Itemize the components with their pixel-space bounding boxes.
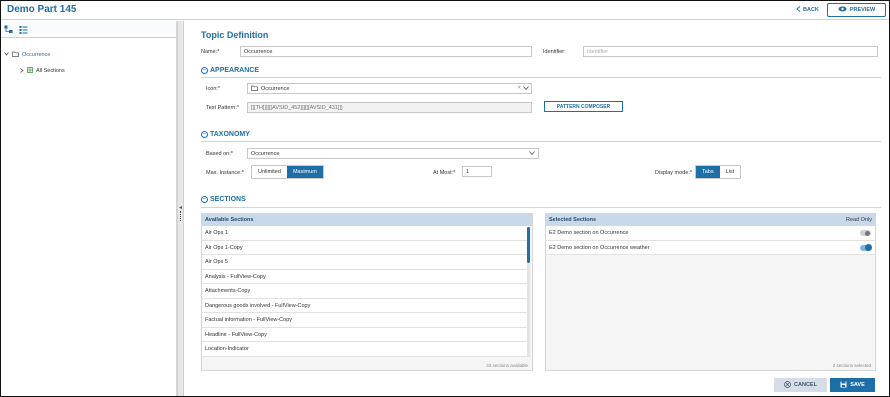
preview-label: PREVIEW: [849, 7, 876, 13]
appearance-heading: APPEARANCE: [210, 67, 260, 74]
chevron-left-icon: [796, 6, 801, 14]
tree-toolbar: [1, 21, 176, 38]
read-only-toggle[interactable]: [860, 230, 871, 236]
cancel-button[interactable]: CANCEL: [774, 378, 827, 392]
option-tabs[interactable]: Tabs: [696, 166, 720, 178]
folder-icon: [251, 85, 258, 93]
available-sections-list: Air Ops 1 Air Ops 1-Copy Air Ops 5 Analy…: [202, 226, 528, 357]
chevron-down-icon[interactable]: [523, 86, 529, 92]
preview-button[interactable]: PREVIEW: [827, 3, 886, 17]
list-item[interactable]: Attachments-Copy: [202, 284, 528, 299]
available-sections-title: Available Sections: [205, 217, 254, 223]
selected-sections-panel: Selected Sections Read Only E2 Demo sect…: [545, 213, 876, 371]
taxonomy-heading: TAXONOMY: [210, 131, 250, 138]
list-view-icon[interactable]: [19, 25, 28, 34]
read-only-column-label: Read Only: [846, 217, 872, 223]
chevron-down-icon[interactable]: [529, 151, 535, 157]
name-input[interactable]: Occurrence: [240, 46, 532, 57]
selected-sections-title: Selected Sections: [549, 217, 597, 223]
read-only-toggle[interactable]: [860, 243, 872, 251]
collapse-arrow-icon[interactable]: ◂: [179, 204, 182, 211]
option-unlimited[interactable]: Unlimited: [252, 166, 287, 178]
left-tree-panel: Occurrence All Sections: [1, 21, 177, 396]
selected-count: 2 sections selected: [832, 363, 871, 368]
identifier-label: Identifier:: [543, 49, 566, 55]
collapse-icon[interactable]: −: [201, 131, 208, 138]
at-most-input[interactable]: 1: [462, 166, 492, 177]
section-divider: [201, 141, 881, 142]
drag-handle-icon[interactable]: [180, 211, 182, 221]
available-sections-panel: Available Sections Air Ops 1 Air Ops 1-C…: [201, 213, 533, 371]
name-label: Name:*: [201, 49, 220, 55]
option-maximum[interactable]: Maximum: [286, 166, 323, 178]
chevron-right-icon[interactable]: [20, 67, 24, 75]
tree-view-icon[interactable]: [4, 25, 13, 34]
based-on-select[interactable]: Occurrence: [247, 148, 539, 159]
folder-icon: [12, 51, 19, 59]
available-count: 33 sections available: [486, 363, 528, 368]
pattern-composer-button[interactable]: PATTERN COMPOSER: [544, 101, 623, 112]
scrollbar-thumb[interactable]: [527, 227, 530, 263]
back-label: BACK: [803, 7, 819, 13]
list-item[interactable]: Air Ops 5: [202, 255, 528, 270]
selected-item-label: E2 Demo section on Occurrence weather: [549, 244, 650, 251]
tree-node-label: All Sections: [36, 68, 65, 74]
panel-splitter[interactable]: ◂: [177, 21, 184, 396]
identifier-input[interactable]: Identifier: [583, 46, 878, 57]
selected-sections-header: Selected Sections Read Only: [546, 214, 875, 226]
appearance-section-header[interactable]: − APPEARANCE: [201, 67, 259, 74]
save-button[interactable]: SAVE: [830, 378, 875, 392]
tree-node-all-sections[interactable]: All Sections: [20, 67, 65, 75]
app-header: Demo Part 145 BACK PREVIEW: [1, 1, 889, 20]
section-divider: [201, 207, 881, 208]
taxonomy-section-header[interactable]: − TAXONOMY: [201, 131, 250, 138]
display-mode-toggle: Tabs List: [695, 165, 742, 179]
list-item[interactable]: Headline - FullView-Copy: [202, 327, 528, 342]
sections-section-header[interactable]: − SECTIONS: [201, 196, 246, 203]
icon-select[interactable]: Occurrence ×: [247, 83, 532, 94]
clear-icon[interactable]: ×: [518, 85, 521, 91]
grid-icon: [27, 67, 33, 75]
back-button[interactable]: BACK: [796, 6, 819, 14]
selected-item-label: E2 Demo section on Occurrence: [549, 230, 629, 236]
chevron-down-icon[interactable]: [4, 52, 9, 58]
tree-node-label: Occurrence: [22, 52, 51, 58]
sections-heading: SECTIONS: [210, 196, 246, 203]
available-sections-header: Available Sections: [202, 214, 532, 226]
list-item[interactable]: Factual information - FullView-Copy: [202, 313, 528, 328]
collapse-icon[interactable]: −: [201, 196, 208, 203]
cancel-circle-icon: [784, 380, 791, 390]
max-instance-toggle: Unlimited Maximum: [251, 165, 324, 179]
list-item[interactable]: E2 Demo section on Occurrence weather: [546, 240, 875, 255]
icon-select-value: Occurrence: [261, 85, 290, 92]
available-scrollbar[interactable]: [527, 227, 530, 357]
list-item[interactable]: Analysis - FullView-Copy: [202, 269, 528, 284]
based-on-value: Occurrence: [251, 151, 280, 157]
display-mode-label: Display mode:*: [655, 170, 692, 176]
list-item[interactable]: Location-Indicator: [202, 342, 528, 357]
tree-node-occurrence[interactable]: Occurrence: [4, 51, 50, 59]
save-label: SAVE: [850, 382, 865, 388]
text-pattern-label: Text Pattern:*: [206, 105, 240, 111]
text-pattern-input[interactable]: [[[TH]]][[[AVSID_452]]][[[AVSID_431]]]: [247, 102, 532, 113]
save-disk-icon: [840, 381, 847, 390]
option-list[interactable]: List: [720, 166, 741, 178]
icon-label: Icon:*: [206, 86, 221, 92]
page-title: Topic Definition: [201, 30, 269, 40]
list-item[interactable]: Dangerous goods involved - FullView-Copy: [202, 298, 528, 313]
section-divider: [201, 77, 881, 78]
app-title: Demo Part 145: [7, 4, 77, 15]
based-on-label: Based on:*: [206, 151, 233, 157]
cancel-label: CANCEL: [794, 382, 817, 388]
at-most-label: At Most:*: [433, 170, 456, 176]
list-item[interactable]: E2 Demo section on Occurrence: [546, 226, 875, 241]
list-item[interactable]: Air Ops 1-Copy: [202, 240, 528, 255]
collapse-icon[interactable]: −: [201, 67, 208, 74]
list-item[interactable]: Air Ops 1: [202, 226, 528, 241]
max-instance-label: Max. Instance:*: [206, 170, 244, 176]
eye-icon: [838, 6, 847, 14]
